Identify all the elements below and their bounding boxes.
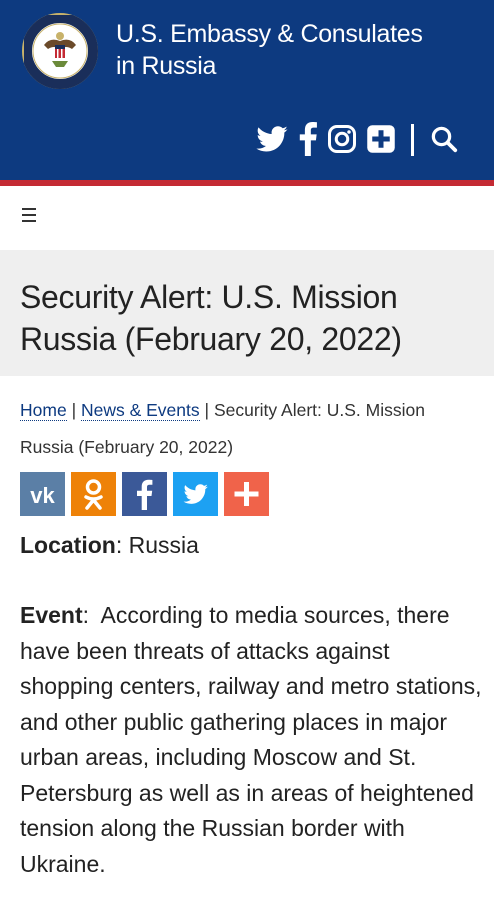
breadcrumb: Home | News & Events | Security Alert: U…	[20, 392, 480, 466]
facebook-icon[interactable]	[296, 122, 330, 162]
svg-text:vk: vk	[30, 483, 55, 508]
odnoklassniki-share-button[interactable]	[71, 472, 116, 516]
event-text: : According to media sources, there have…	[20, 602, 488, 877]
embassy-seal-logo[interactable]	[22, 13, 98, 89]
facebook-icon	[122, 472, 167, 516]
page-title: Security Alert: U.S. Mission Russia (Feb…	[20, 279, 402, 357]
search-icon[interactable]	[429, 124, 463, 164]
location-line: Location: Russia	[20, 528, 199, 562]
plus-icon	[224, 472, 269, 516]
breadcrumb-separator: |	[204, 400, 210, 420]
breadcrumb-home-link[interactable]: Home	[20, 400, 67, 421]
more-share-button[interactable]	[224, 472, 269, 516]
site-title-line2: in Russia	[116, 52, 217, 80]
site-title-line1: U.S. Embassy & Consulates	[116, 20, 423, 48]
event-paragraph: Event: According to media sources, there…	[20, 598, 482, 882]
location-label: Location	[20, 532, 116, 558]
vk-share-button[interactable]: vk	[20, 472, 65, 516]
hamburger-icon[interactable]	[22, 208, 40, 228]
facebook-share-button[interactable]	[122, 472, 167, 516]
menu-bar	[0, 186, 494, 250]
twitter-icon[interactable]	[255, 122, 289, 162]
odnoklassniki-icon	[71, 472, 116, 516]
location-value: : Russia	[115, 532, 199, 558]
vk-icon: vk	[20, 472, 65, 516]
plus-square-icon[interactable]	[366, 124, 400, 164]
site-title[interactable]: U.S. Embassy & Consulates in Russia	[116, 18, 423, 82]
breadcrumb-separator: |	[71, 400, 77, 420]
event-label: Event	[20, 602, 83, 628]
twitter-icon	[173, 472, 218, 516]
breadcrumb-news-link[interactable]: News & Events	[80, 400, 200, 421]
header-divider	[411, 124, 414, 156]
instagram-icon[interactable]	[327, 124, 361, 164]
twitter-share-button[interactable]	[173, 472, 218, 516]
